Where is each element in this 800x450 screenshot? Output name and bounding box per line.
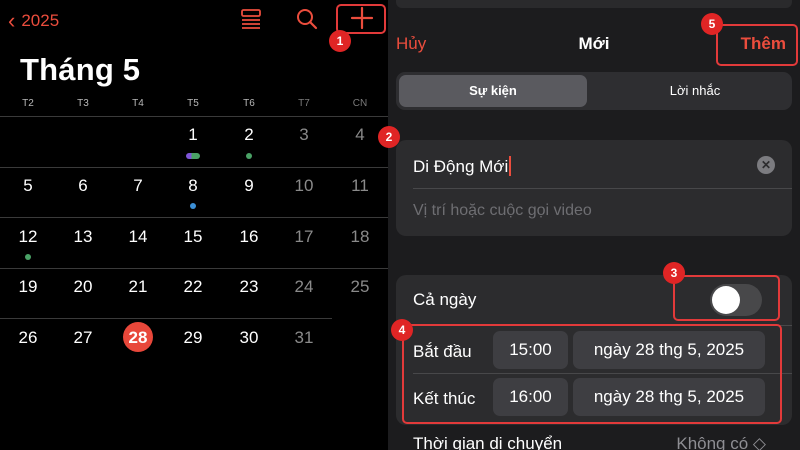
annotation-box-1 <box>336 4 386 34</box>
day-cell[interactable]: 2 <box>229 125 269 145</box>
annotation-number-3: 3 <box>663 262 685 284</box>
day-cell[interactable]: 14 <box>118 227 158 247</box>
weekday-label: T3 <box>77 98 89 109</box>
event-title-value: Di Động Mới <box>413 157 509 176</box>
divider <box>413 188 792 189</box>
travel-time-value[interactable]: Không có ◇ <box>676 434 766 450</box>
day-cell[interactable]: 21 <box>118 277 158 297</box>
weekday-label: T6 <box>243 98 255 109</box>
list-view-icon[interactable] <box>240 8 262 35</box>
sheet-backdrop-edge <box>396 0 792 8</box>
travel-time-label[interactable]: Thời gian di chuyển <box>413 434 562 450</box>
day-cell[interactable]: 23 <box>229 277 269 297</box>
annotation-number-1: 1 <box>329 30 351 52</box>
location-field[interactable]: Vị trí hoặc cuộc gọi video <box>413 202 592 220</box>
text-cursor <box>509 156 512 176</box>
day-cell[interactable]: 12 <box>8 227 48 247</box>
week-separator <box>0 217 388 218</box>
weekday-header: T2 T3 T4 T5 T6 T7 CN <box>0 98 388 114</box>
day-cell[interactable]: 7 <box>118 176 158 196</box>
day-cell[interactable]: 15 <box>173 227 213 247</box>
day-cell[interactable]: 25 <box>340 277 380 297</box>
annotation-number-2: 2 <box>378 126 400 148</box>
day-cell[interactable]: 11 <box>340 176 380 196</box>
weekday-label: T5 <box>187 98 199 109</box>
weekday-label: T2 <box>22 98 34 109</box>
day-cell[interactable]: 16 <box>229 227 269 247</box>
back-to-year-button[interactable]: ‹ 2025 <box>8 10 59 32</box>
event-indicator <box>25 254 31 260</box>
annotation-number-4: 4 <box>391 319 413 341</box>
calendar-month-view: ‹ 2025 Tháng 5 T2 T3 T4 T5 T6 T7 CN 1 2 … <box>0 0 388 450</box>
day-cell[interactable]: 1 <box>173 125 213 145</box>
chevron-left-icon: ‹ <box>8 8 16 33</box>
day-cell[interactable]: 9 <box>229 176 269 196</box>
week-separator <box>0 268 388 269</box>
day-cell[interactable]: 24 <box>284 277 324 297</box>
day-cell[interactable]: 30 <box>229 328 269 348</box>
weekday-label: T7 <box>298 98 310 109</box>
weekday-label: T4 <box>132 98 144 109</box>
tab-reminder[interactable]: Lời nhắc <box>601 75 789 107</box>
event-type-segmented-control: Sự kiện Lời nhắc <box>396 72 792 110</box>
annotation-box-4 <box>402 324 782 424</box>
annotation-box-5 <box>716 24 798 66</box>
back-year-label: 2025 <box>21 11 60 30</box>
day-cell[interactable]: 4 <box>340 125 380 145</box>
clear-text-icon[interactable]: ✕ <box>757 156 775 174</box>
weekday-label: CN <box>352 98 368 109</box>
week-separator <box>0 167 388 168</box>
day-cell[interactable]: 31 <box>284 328 324 348</box>
day-cell[interactable]: 20 <box>63 277 103 297</box>
event-title-field[interactable]: Di Động Mới <box>413 156 512 177</box>
annotation-box-3 <box>673 275 780 321</box>
event-indicator <box>246 153 252 159</box>
annotation-number-5: 5 <box>701 13 723 35</box>
tab-event[interactable]: Sự kiện <box>399 75 587 107</box>
day-cell[interactable]: 22 <box>173 277 213 297</box>
title-location-card: Di Động Mới ✕ Vị trí hoặc cuộc gọi video <box>396 140 792 236</box>
day-cell[interactable]: 26 <box>8 328 48 348</box>
day-cell[interactable]: 5 <box>8 176 48 196</box>
day-cell[interactable]: 10 <box>284 176 324 196</box>
day-cell[interactable]: 3 <box>284 125 324 145</box>
day-cell[interactable]: 13 <box>63 227 103 247</box>
search-icon[interactable] <box>296 8 318 35</box>
month-title: Tháng 5 <box>20 52 141 87</box>
day-cell[interactable]: 29 <box>173 328 213 348</box>
event-indicator <box>186 153 200 159</box>
day-cell[interactable]: 19 <box>8 277 48 297</box>
week-separator <box>0 116 388 117</box>
week-separator <box>0 318 332 319</box>
day-cell[interactable]: 8 <box>173 176 213 196</box>
day-cell[interactable]: 27 <box>63 328 103 348</box>
day-cell[interactable]: 18 <box>340 227 380 247</box>
day-cell[interactable]: 6 <box>63 176 103 196</box>
day-cell[interactable]: 17 <box>284 227 324 247</box>
all-day-label: Cả ngày <box>413 290 477 309</box>
event-indicator <box>190 203 196 209</box>
day-cell-today[interactable]: 28 <box>118 328 158 348</box>
